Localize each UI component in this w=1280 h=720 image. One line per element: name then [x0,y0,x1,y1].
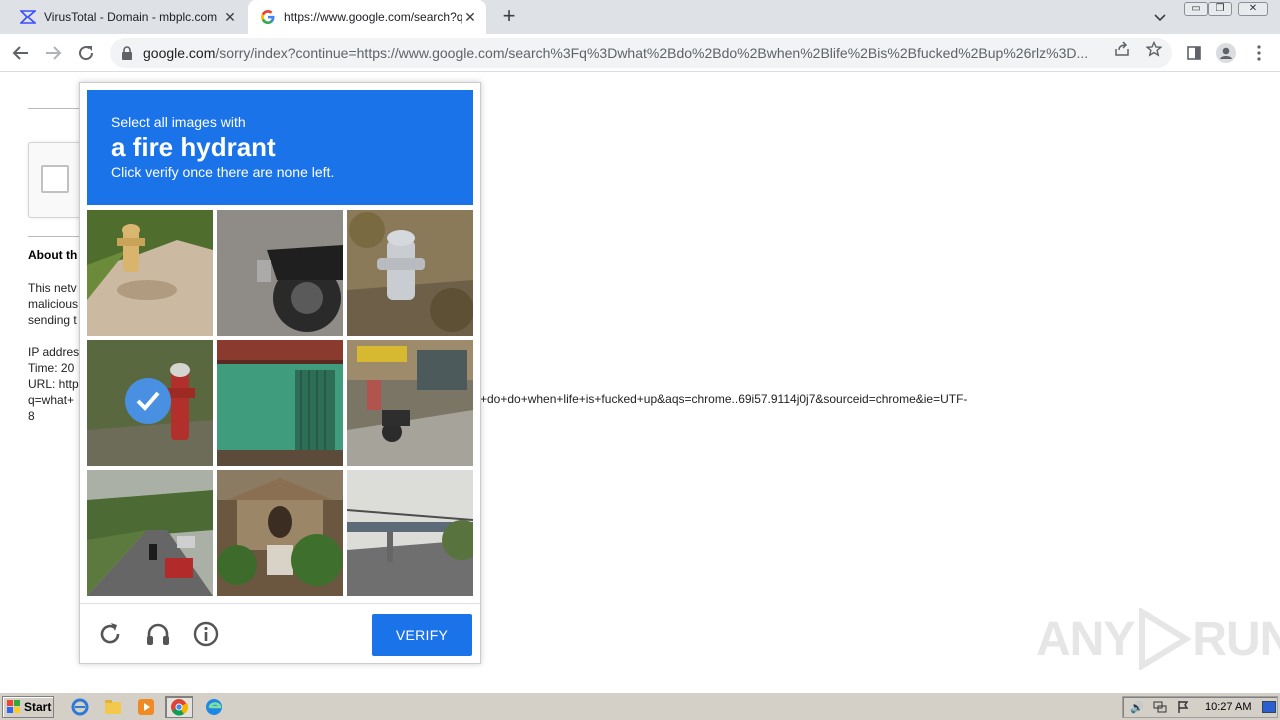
about-heading: About th [28,248,78,262]
side-panel-icon[interactable] [1183,42,1205,64]
recaptcha-checkbox[interactable] [41,165,69,193]
captcha-tile[interactable] [347,340,473,466]
url-host: google.com [143,45,216,61]
info-line: 8 [28,409,35,423]
media-player-icon[interactable] [132,696,160,718]
show-desktop-icon[interactable] [1262,701,1276,713]
info-icon[interactable] [192,620,220,648]
explorer-icon[interactable] [99,696,127,718]
captcha-instructions: Select all images with a fire hydrant Cl… [87,90,473,205]
captcha-tile-selected[interactable] [87,340,213,466]
paragraph-line: This netv [28,281,77,295]
close-icon[interactable]: ✕ [222,9,238,25]
profile-avatar-icon[interactable] [1215,42,1237,64]
captcha-footer: VERIFY [80,603,480,664]
taskbar: Start 🔊 10:27 AM [0,692,1280,720]
chrome-icon[interactable] [165,696,193,718]
flag-icon[interactable] [1174,699,1192,715]
start-label: Start [24,700,52,714]
captcha-tile[interactable] [87,210,213,336]
new-tab-button[interactable]: + [498,5,520,28]
forward-icon[interactable] [42,42,64,64]
share-icon[interactable] [1114,41,1130,57]
system-tray: 🔊 [1122,696,1278,718]
info-line: q=what+ [28,393,75,407]
captcha-tile[interactable] [217,210,343,336]
instruction-line: Click verify once there are none left. [111,164,335,180]
anyrun-watermark: ANY RUN [1036,608,1280,670]
start-button[interactable]: Start [2,696,54,718]
network-icon[interactable] [1151,699,1169,715]
captcha-tile[interactable] [347,210,473,336]
lock-icon[interactable] [120,46,134,60]
chevron-down-icon[interactable] [1152,9,1168,25]
close-window-button[interactable]: ✕ [1238,2,1268,16]
captcha-challenge: Select all images with a fire hydrant Cl… [79,82,481,664]
url-continuation-text: +do+do+when+life+is+fucked+up&aqs=chrome… [480,392,968,406]
star-icon[interactable] [1145,40,1163,57]
headphones-icon[interactable] [144,620,172,648]
reload-challenge-icon[interactable] [96,620,124,648]
info-line: URL: http [28,377,79,391]
watermark-text: ANY [1036,612,1135,666]
info-line: IP addres [28,345,80,359]
paragraph-line: malicious [28,297,79,311]
url-path: /sorry/index?continue=https://www.google… [215,45,1089,61]
close-icon[interactable]: ✕ [462,9,478,25]
clock: 10:27 AM [1205,701,1252,713]
address-bar[interactable]: google.com/sorry/index?continue=https://… [110,38,1172,68]
back-icon[interactable] [10,42,32,64]
checkmark-icon [125,378,171,424]
menu-dots-icon[interactable] [1248,42,1270,64]
instruction-target: a fire hydrant [111,132,276,162]
watermark-text: RUN [1192,612,1280,666]
paragraph-line: sending t [28,313,77,327]
info-line: Time: 20 [28,361,75,375]
ie-icon[interactable] [66,696,94,718]
instruction-line: Select all images with [111,114,246,130]
google-icon [260,9,276,25]
tab-virustotal[interactable]: VirusTotal - Domain - mbplc.com ✕ [8,0,246,34]
tab-title: VirusTotal - Domain - mbplc.com [44,10,218,24]
tab-strip: VirusTotal - Domain - mbplc.com ✕ https:… [0,0,1280,34]
captcha-tile[interactable] [87,470,213,596]
captcha-tile[interactable] [217,340,343,466]
virustotal-icon [20,9,36,25]
browser-toolbar: google.com/sorry/index?continue=https://… [0,34,1280,72]
url-text: google.com/sorry/index?continue=https://… [143,45,1103,61]
verify-button[interactable]: VERIFY [372,614,472,656]
captcha-tile[interactable] [217,470,343,596]
windows-flag-icon [7,700,20,713]
volume-icon[interactable]: 🔊 [1128,699,1146,715]
captcha-image-grid [87,210,475,598]
minimize-button[interactable]: ▭ [1184,2,1208,16]
reload-icon[interactable] [75,42,97,64]
play-logo-icon [1139,608,1193,670]
captcha-tile[interactable] [347,470,473,596]
tab-title: https://www.google.com/search?q= [284,10,462,24]
tab-google-search[interactable]: https://www.google.com/search?q= ✕ [248,0,486,34]
edge-icon[interactable] [200,696,228,718]
restore-button[interactable]: ❐ [1208,2,1232,16]
